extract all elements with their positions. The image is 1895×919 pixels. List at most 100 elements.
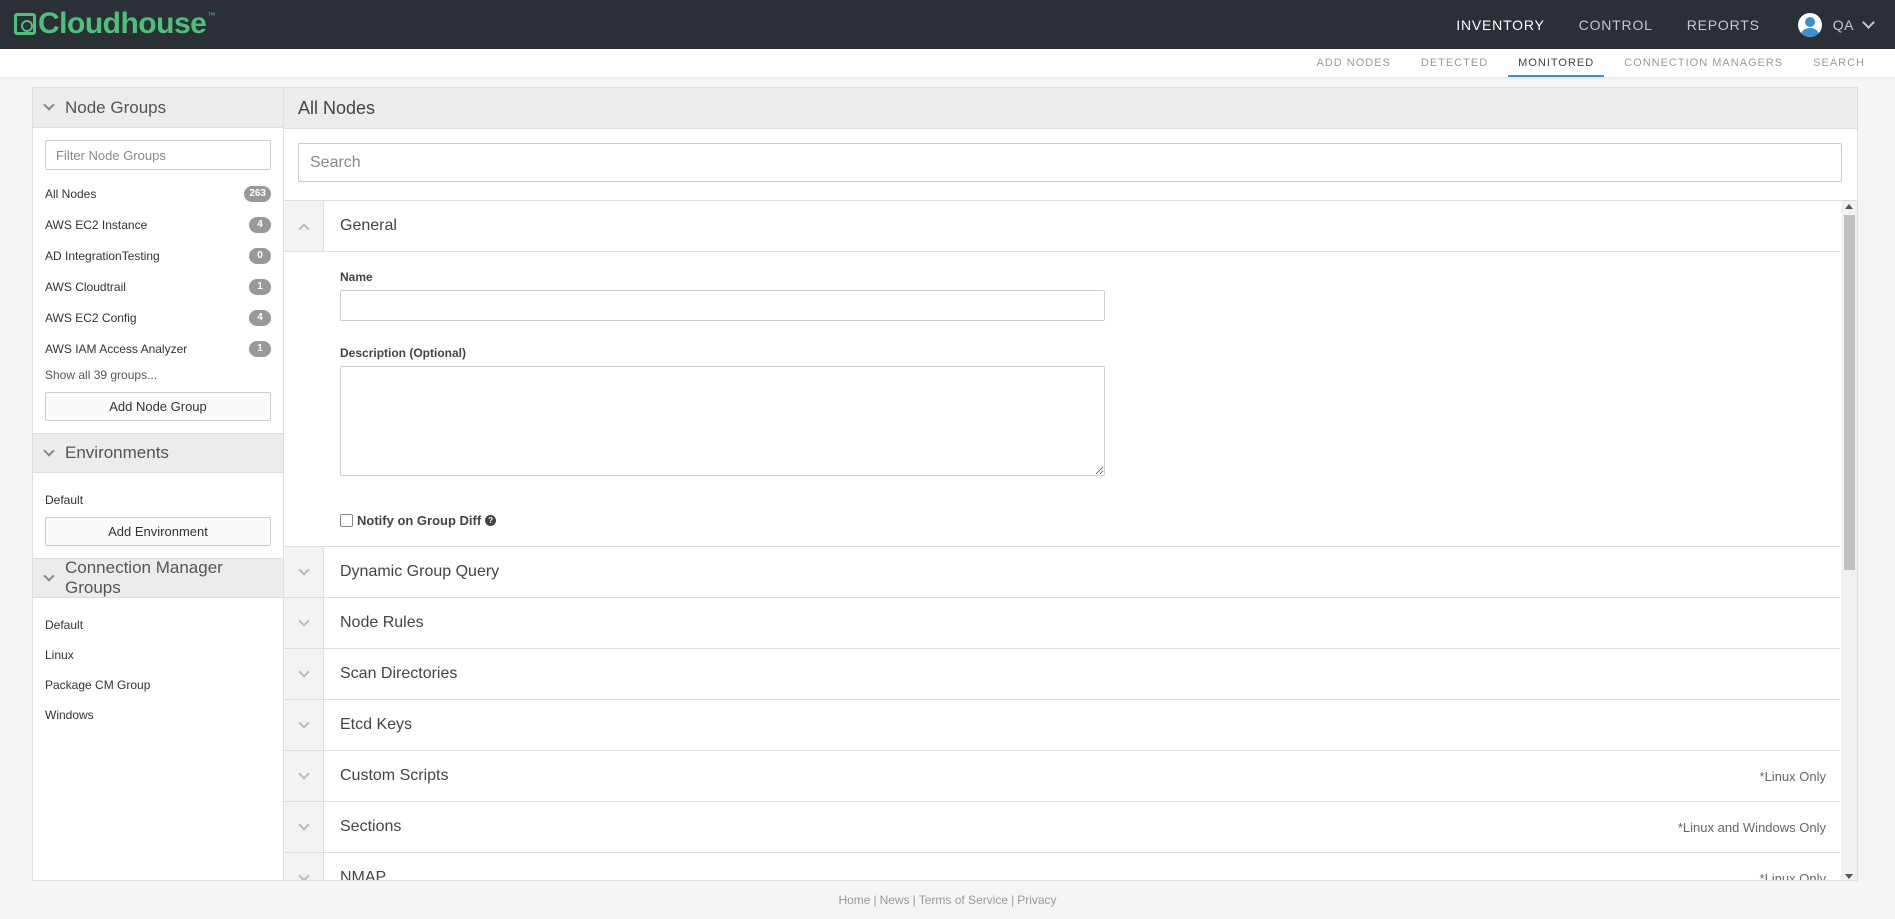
section-general-header[interactable]: General — [284, 201, 1840, 251]
node-group-aws-cloudtrail[interactable]: AWS Cloudtrail 1 — [33, 271, 283, 302]
section-header[interactable]: Sections *Linux and Windows Only — [284, 802, 1840, 852]
user-menu[interactable]: QA — [1797, 12, 1875, 37]
logo-icon — [14, 13, 36, 35]
footer-link-terms-of-service[interactable]: Terms of Service — [919, 893, 1008, 907]
cm-group-default[interactable]: Default — [33, 610, 283, 640]
help-icon[interactable]: ? — [485, 515, 497, 526]
section-title: Sections — [340, 818, 402, 835]
node-count-badge: 4 — [249, 216, 271, 233]
filter-node-groups-input[interactable] — [45, 140, 271, 170]
section-title: Custom Scripts — [340, 767, 449, 784]
chevron-down-icon — [43, 99, 55, 111]
footer: Home | News | Terms of Service | Privacy — [838, 893, 1057, 907]
logo-trademark: ™ — [207, 11, 216, 20]
logo-text: Cloudhouse — [38, 7, 207, 40]
chevron-down-icon — [297, 768, 310, 780]
section-header[interactable]: NMAP *Linux Only — [284, 853, 1840, 881]
section-toggle[interactable] — [284, 201, 324, 251]
main-nav: INVENTORY CONTROL REPORTS QA — [1456, 0, 1895, 49]
section-dynamic-group-query: Dynamic Group Query — [284, 547, 1840, 598]
section-scan-directories: Scan Directories — [284, 649, 1840, 700]
chevron-down-icon — [297, 564, 310, 576]
section-toggle[interactable] — [284, 802, 324, 852]
node-group-aws-ec2-config[interactable]: AWS EC2 Config 4 — [33, 302, 283, 333]
section-title: Etcd Keys — [340, 716, 413, 733]
notify-on-group-diff-label[interactable]: Notify on Group Diff — [357, 513, 481, 528]
scroll-up-arrow-icon[interactable] — [1845, 204, 1853, 209]
connection-manager-groups-header[interactable]: Connection Manager Groups — [33, 558, 283, 598]
chevron-down-icon — [297, 615, 310, 627]
footer-link-home[interactable]: Home — [838, 893, 870, 907]
main-panel: All Nodes General Name Description (Opti… — [284, 87, 1858, 881]
main-scrollbar[interactable] — [1841, 201, 1857, 880]
section-toggle[interactable] — [284, 853, 324, 880]
section-toggle[interactable] — [284, 547, 324, 597]
section-toggle[interactable] — [284, 751, 324, 801]
environments-header[interactable]: Environments — [33, 433, 283, 473]
node-count-badge: 1 — [249, 340, 271, 357]
cm-group-windows[interactable]: Windows — [33, 700, 283, 730]
section-header[interactable]: Custom Scripts *Linux Only — [284, 751, 1840, 801]
section-header[interactable]: Etcd Keys — [284, 700, 1840, 750]
section-header[interactable]: Node Rules — [284, 598, 1840, 648]
sidebar: Node Groups All Nodes 263 AWS EC2 Instan… — [32, 87, 284, 881]
nav-inventory[interactable]: INVENTORY — [1456, 17, 1544, 33]
node-group-aws-ec2-instance[interactable]: AWS EC2 Instance 4 — [33, 209, 283, 240]
section-toggle[interactable] — [284, 598, 324, 648]
user-name: QA — [1832, 16, 1854, 33]
section-title: Node Rules — [340, 614, 424, 631]
subnav-search[interactable]: SEARCH — [1803, 49, 1875, 77]
search-input[interactable] — [298, 143, 1842, 182]
description-label: Description (Optional) — [340, 346, 466, 360]
chevron-down-icon — [1862, 15, 1875, 29]
cloudhouse-logo[interactable]: Cloudhouse ™ — [14, 7, 215, 41]
name-field[interactable] — [340, 290, 1105, 321]
name-label: Name — [340, 270, 373, 284]
nav-reports[interactable]: REPORTS — [1687, 17, 1760, 33]
section-toggle[interactable] — [284, 649, 324, 699]
add-environment-button[interactable]: Add Environment — [45, 517, 271, 546]
scroll-down-arrow-icon[interactable] — [1845, 874, 1853, 879]
user-avatar-icon — [1797, 12, 1822, 37]
subnav-connection-managers[interactable]: CONNECTION MANAGERS — [1614, 49, 1793, 77]
section-nmap: NMAP *Linux Only — [284, 853, 1840, 881]
node-group-ad-integrationtesting[interactable]: AD IntegrationTesting 0 — [33, 240, 283, 271]
node-group-label: AD IntegrationTesting — [45, 248, 160, 263]
node-group-label: AWS IAM Access Analyzer — [45, 341, 188, 356]
footer-link-privacy[interactable]: Privacy — [1017, 893, 1056, 907]
section-title: Dynamic Group Query — [340, 563, 500, 580]
notify-on-group-diff-checkbox[interactable] — [340, 514, 353, 527]
node-group-label: AWS Cloudtrail — [45, 279, 126, 294]
section-title: Scan Directories — [340, 665, 458, 682]
section-title: General — [340, 217, 397, 234]
sub-nav: ADD NODES DETECTED MONITORED CONNECTION … — [0, 49, 1895, 77]
subnav-add-nodes[interactable]: ADD NODES — [1306, 49, 1400, 77]
footer-link-news[interactable]: News — [880, 893, 910, 907]
node-group-label: AWS EC2 Instance — [45, 217, 148, 232]
nav-control[interactable]: CONTROL — [1579, 17, 1653, 33]
node-groups-header[interactable]: Node Groups — [33, 88, 283, 128]
section-sections: Sections *Linux and Windows Only — [284, 802, 1840, 853]
subnav-monitored[interactable]: MONITORED — [1508, 49, 1605, 77]
section-header[interactable]: Scan Directories — [284, 649, 1840, 699]
chevron-down-icon — [297, 870, 310, 880]
node-group-aws-iam-access-analyzer[interactable]: AWS IAM Access Analyzer 1 — [33, 333, 283, 364]
section-node-rules: Node Rules — [284, 598, 1840, 649]
cm-group-linux[interactable]: Linux — [33, 640, 283, 670]
node-group-all-nodes[interactable]: All Nodes 263 — [33, 178, 283, 209]
subnav-detected[interactable]: DETECTED — [1411, 49, 1498, 77]
chevron-down-icon — [43, 444, 55, 457]
section-header[interactable]: Dynamic Group Query — [284, 547, 1840, 597]
section-title: NMAP — [340, 869, 387, 881]
section-toggle[interactable] — [284, 700, 324, 750]
show-all-groups-link[interactable]: Show all 39 groups... — [33, 364, 283, 386]
section-note: *Linux and Windows Only — [1677, 819, 1826, 835]
node-group-label: AWS EC2 Config — [45, 310, 137, 325]
environment-default[interactable]: Default — [33, 485, 283, 515]
description-field[interactable] — [340, 366, 1105, 476]
scrollbar-thumb[interactable] — [1844, 215, 1855, 570]
section-note: *Linux Only — [1759, 870, 1826, 881]
node-count-badge: 0 — [249, 247, 271, 264]
cm-group-package-cm-group[interactable]: Package CM Group — [33, 670, 283, 700]
add-node-group-button[interactable]: Add Node Group — [45, 392, 271, 421]
